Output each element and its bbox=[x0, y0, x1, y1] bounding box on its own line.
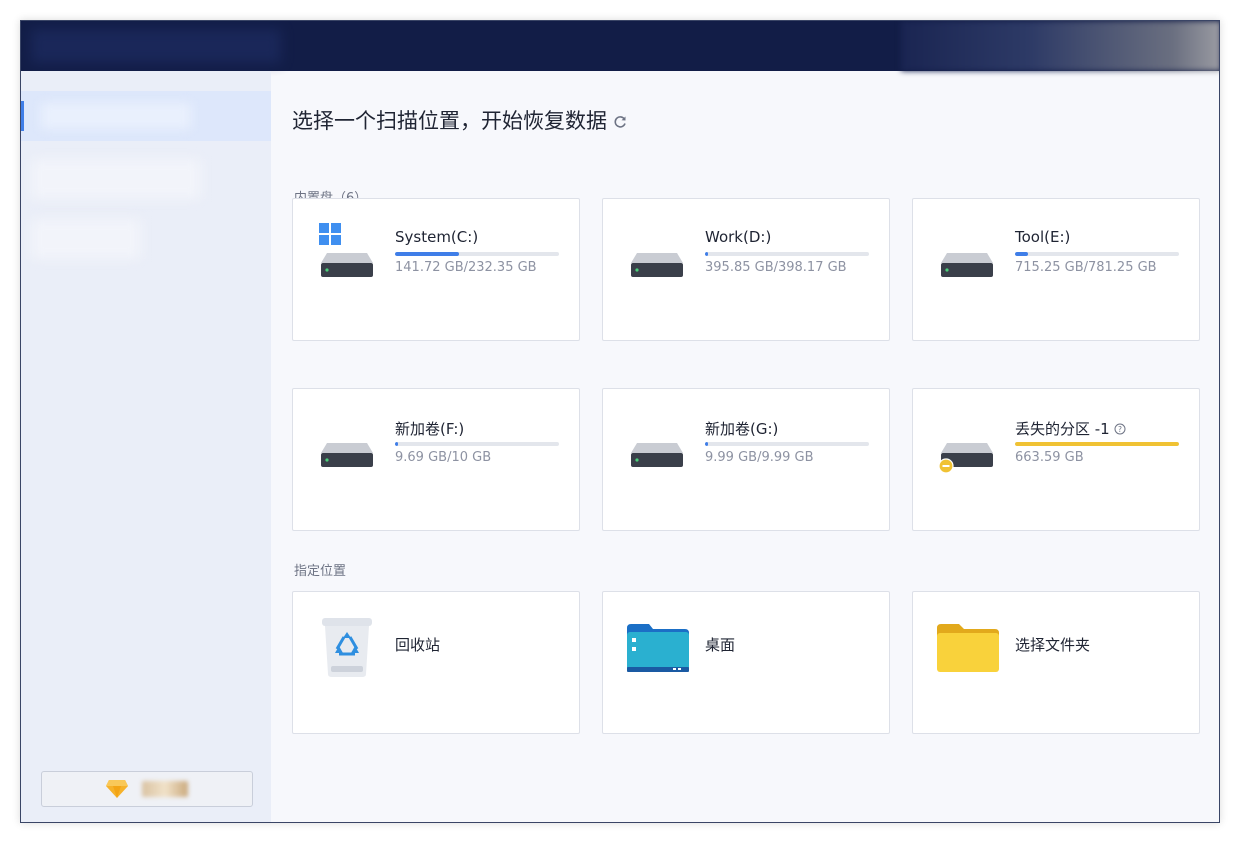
title-bar bbox=[21, 21, 1219, 71]
locations-section-label: 指定位置 bbox=[294, 564, 347, 579]
location-card-desktop[interactable]: 桌面 bbox=[602, 591, 890, 734]
drive-card[interactable]: System(C:) 141.72 GB/232.35 GB bbox=[292, 198, 580, 341]
drive-name-text: 丢失的分区 -1 bbox=[1015, 420, 1110, 438]
drive-usage-fill bbox=[1015, 252, 1029, 256]
sidebar-item-blurred[interactable] bbox=[31, 219, 141, 259]
drive-icon bbox=[631, 253, 683, 277]
title-bar-controls-blurred bbox=[901, 21, 1219, 71]
drive-size: 395.85 GB/398.17 GB bbox=[705, 260, 847, 275]
drive-usage-bar bbox=[705, 252, 869, 256]
drive-usage-fill bbox=[1015, 442, 1179, 446]
drive-size: 9.99 GB/9.99 GB bbox=[705, 450, 814, 465]
drive-name: System(C:) bbox=[395, 228, 479, 246]
location-name: 回收站 bbox=[395, 636, 441, 654]
page-title: 选择一个扫描位置，开始恢复数据 bbox=[292, 105, 627, 135]
drive-size: 663.59 GB bbox=[1015, 450, 1084, 465]
drive-card-lost-partition[interactable]: 丢失的分区 -1 ? 663.59 GB bbox=[912, 388, 1200, 531]
location-card-select-folder[interactable]: 选择文件夹 bbox=[912, 591, 1200, 734]
drive-name: 丢失的分区 -1 ? bbox=[1015, 418, 1126, 439]
refresh-icon[interactable] bbox=[613, 115, 627, 129]
folder-icon bbox=[937, 624, 999, 672]
drive-usage-fill bbox=[705, 442, 709, 446]
sidebar-item-blurred[interactable] bbox=[31, 159, 201, 199]
diamond-icon bbox=[106, 780, 128, 798]
drive-usage-bar bbox=[1015, 252, 1179, 256]
active-indicator bbox=[21, 101, 24, 131]
drive-icon bbox=[941, 253, 993, 277]
drive-icon bbox=[631, 443, 683, 467]
drive-usage-bar bbox=[705, 442, 869, 446]
drive-name: 新加卷(G:) bbox=[705, 420, 779, 438]
drive-size: 715.25 GB/781.25 GB bbox=[1015, 260, 1157, 275]
drive-usage-bar bbox=[1015, 442, 1179, 446]
drive-usage-bar bbox=[395, 252, 559, 256]
desktop-folder-icon bbox=[627, 624, 689, 672]
drive-name: Work(D:) bbox=[705, 228, 772, 246]
recycle-bin-icon bbox=[322, 618, 372, 677]
location-card-recycle-bin[interactable]: 回收站 bbox=[292, 591, 580, 734]
drive-size: 141.72 GB/232.35 GB bbox=[395, 260, 537, 275]
drive-name: Tool(E:) bbox=[1015, 228, 1071, 246]
help-icon[interactable]: ? bbox=[1114, 423, 1126, 435]
drive-size: 9.69 GB/10 GB bbox=[395, 450, 492, 465]
drive-card[interactable]: Tool(E:) 715.25 GB/781.25 GB bbox=[912, 198, 1200, 341]
page-title-text: 选择一个扫描位置，开始恢复数据 bbox=[292, 109, 607, 133]
lost-partition-drive-icon bbox=[939, 443, 993, 474]
svg-text:?: ? bbox=[1118, 424, 1122, 433]
drive-usage-bar bbox=[395, 442, 559, 446]
upgrade-button[interactable] bbox=[41, 771, 253, 807]
drive-usage-fill bbox=[705, 252, 709, 256]
app-window: 选择一个扫描位置，开始恢复数据 内置盘（6） System(C:) 141.72… bbox=[20, 20, 1220, 823]
drive-icon bbox=[321, 443, 373, 467]
windows-drive-icon bbox=[319, 223, 373, 277]
drive-card[interactable]: 新加卷(G:) 9.99 GB/9.99 GB bbox=[602, 388, 890, 531]
upgrade-label-blurred bbox=[142, 781, 188, 797]
drive-card[interactable]: 新加卷(F:) 9.69 GB/10 GB bbox=[292, 388, 580, 531]
drive-card[interactable]: Work(D:) 395.85 GB/398.17 GB bbox=[602, 198, 890, 341]
sidebar-item-label-blurred bbox=[41, 103, 191, 129]
main-content: 选择一个扫描位置，开始恢复数据 内置盘（6） System(C:) 141.72… bbox=[271, 71, 1219, 822]
drive-usage-fill bbox=[395, 442, 399, 446]
location-name: 选择文件夹 bbox=[1015, 636, 1091, 654]
title-bar-logo-blurred bbox=[31, 29, 281, 63]
location-name: 桌面 bbox=[705, 636, 736, 654]
drive-usage-fill bbox=[395, 252, 459, 256]
drive-name: 新加卷(F:) bbox=[395, 420, 465, 438]
sidebar-item-active[interactable] bbox=[21, 91, 271, 141]
sidebar bbox=[21, 71, 271, 822]
